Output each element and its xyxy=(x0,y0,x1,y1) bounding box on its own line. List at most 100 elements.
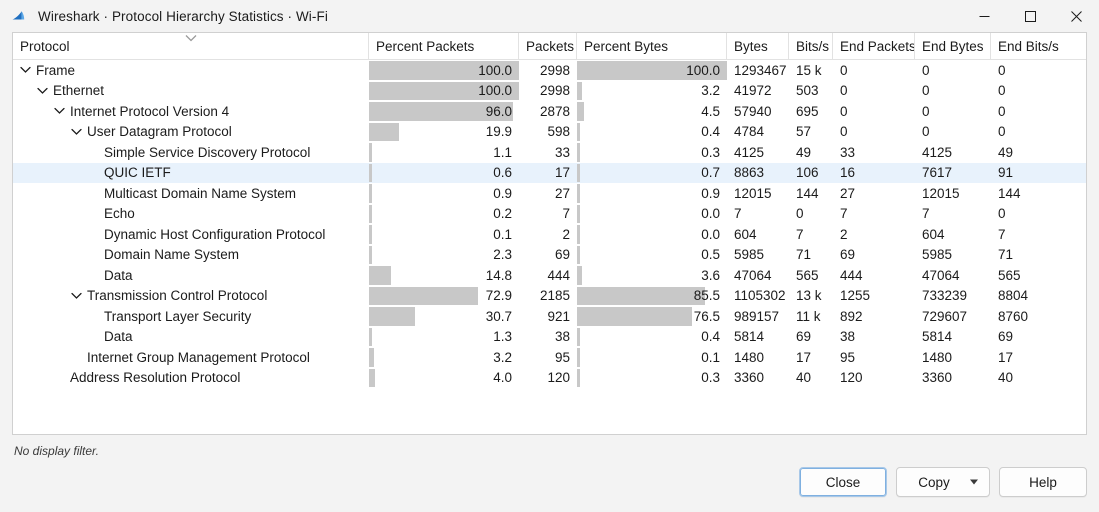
chevron-down-icon[interactable] xyxy=(970,479,978,485)
table-row[interactable]: Domain Name System 2.3 69 0.5 5985 71 69 5985 71 xyxy=(13,245,1086,266)
minimize-button[interactable] xyxy=(961,0,1007,32)
percent_packets-value: 1.1 xyxy=(493,144,512,160)
bits_s-value: 17 xyxy=(796,349,812,365)
chevron-down-icon[interactable] xyxy=(70,289,83,302)
packets-cell: 17 xyxy=(519,163,577,184)
protocol-name-cell: Data xyxy=(13,265,369,286)
bits_s-value: 71 xyxy=(796,247,812,263)
end_bits_s-value: 49 xyxy=(998,144,1014,160)
table-row[interactable]: Simple Service Discovery Protocol 1.1 33 0.… xyxy=(13,142,1086,163)
packets-cell: 2185 xyxy=(519,286,577,307)
bits_s-cell: 106 xyxy=(789,163,833,184)
packets-value: 38 xyxy=(554,329,570,345)
end_bytes-cell: 0 xyxy=(915,122,991,143)
bytes-value: 1293467 xyxy=(734,62,787,78)
bytes-cell: 5985 xyxy=(727,245,789,266)
percent_bytes-value: 0.5 xyxy=(701,247,720,263)
chevron-down-icon[interactable] xyxy=(70,125,83,138)
copy-button[interactable]: Copy xyxy=(896,467,990,497)
table-row[interactable]: Multicast Domain Name System 0.9 27 0.9 1201… xyxy=(13,183,1086,204)
close-window-button[interactable] xyxy=(1053,0,1099,32)
percent_packets-cell: 4.0 xyxy=(369,368,519,389)
column-header-end_bits_s[interactable]: End Bits/s xyxy=(991,33,1066,59)
chevron-down-icon[interactable] xyxy=(53,105,66,118)
column-header-label: Packets xyxy=(526,38,575,54)
end_bytes-value: 0 xyxy=(922,124,930,140)
protocol-name-cell: Internet Group Management Protocol xyxy=(13,347,369,368)
end_bits_s-cell: 8804 xyxy=(991,286,1066,307)
packets-value: 33 xyxy=(554,144,570,160)
bytes-value: 57940 xyxy=(734,103,772,119)
table-row[interactable]: Echo 0.2 7 0.0 7 0 7 7 0 xyxy=(13,204,1086,225)
bytes-value: 1480 xyxy=(734,349,765,365)
end_bytes-value: 0 xyxy=(922,83,930,99)
column-header-end_bytes[interactable]: End Bytes xyxy=(915,33,991,59)
bits_s-value: 695 xyxy=(796,103,819,119)
percent_packets-bar xyxy=(369,368,375,387)
table-row[interactable]: Frame 100.0 2998 100.0 1293467 15 k 0 0 0 xyxy=(13,60,1086,81)
bytes-value: 8863 xyxy=(734,165,765,181)
help-button[interactable]: Help xyxy=(999,467,1087,497)
table-row[interactable]: Ethernet 100.0 2998 3.2 41972 503 0 0 0 xyxy=(13,81,1086,102)
percent_bytes-cell: 0.3 xyxy=(577,142,727,163)
packets-value: 120 xyxy=(547,370,570,386)
percent_packets-cell: 100.0 xyxy=(369,81,519,102)
packets-cell: 33 xyxy=(519,142,577,163)
column-header-packets[interactable]: Packets xyxy=(519,33,577,59)
packets-value: 598 xyxy=(547,124,570,140)
title-bar: Wireshark · Protocol Hierarchy Statistic… xyxy=(0,0,1099,32)
percent_packets-value: 96.0 xyxy=(485,103,512,119)
close-button[interactable]: Close xyxy=(799,467,887,497)
end_packets-value: 95 xyxy=(840,349,856,365)
table-row[interactable]: Address Resolution Protocol 4.0 120 0.3 3360… xyxy=(13,368,1086,389)
end_bits_s-cell: 144 xyxy=(991,183,1066,204)
percent_packets-cell: 2.3 xyxy=(369,245,519,266)
table-row[interactable]: Internet Protocol Version 4 96.0 2878 4.5 57… xyxy=(13,101,1086,122)
chevron-down-icon[interactable] xyxy=(19,64,32,77)
end_bytes-cell: 1480 xyxy=(915,347,991,368)
percent_packets-value: 2.3 xyxy=(493,247,512,263)
percent_packets-bar xyxy=(369,143,372,162)
table-row[interactable]: Data 1.3 38 0.4 5814 69 38 5814 69 xyxy=(13,327,1086,348)
table-row[interactable]: Dynamic Host Configuration Protocol 0.1 2 0… xyxy=(13,224,1086,245)
end_bits_s-value: 8804 xyxy=(998,288,1029,304)
column-header-bits_s[interactable]: Bits/s xyxy=(789,33,833,59)
column-header-percent_bytes[interactable]: Percent Bytes xyxy=(577,33,727,59)
bits_s-cell: 565 xyxy=(789,265,833,286)
protocol-name-cell: Multicast Domain Name System xyxy=(13,183,369,204)
end_bits_s-cell: 565 xyxy=(991,265,1066,286)
column-header-protocol[interactable]: Protocol xyxy=(13,33,369,59)
bits_s-value: 13 k xyxy=(796,288,822,304)
bits_s-value: 503 xyxy=(796,83,819,99)
table-row[interactable]: QUIC IETF 0.6 17 0.7 8863 106 16 7617 91 xyxy=(13,162,1086,184)
end_packets-value: 0 xyxy=(840,124,848,140)
bytes-value: 7 xyxy=(734,206,742,222)
end_packets-cell: 0 xyxy=(833,81,915,102)
column-header-bytes[interactable]: Bytes xyxy=(727,33,789,59)
end_bytes-cell: 4125 xyxy=(915,142,991,163)
table-row[interactable]: User Datagram Protocol 19.9 598 0.4 4784 57 0 0… xyxy=(13,122,1086,143)
bytes-value: 989157 xyxy=(734,308,780,324)
bits_s-value: 40 xyxy=(796,370,812,386)
table-row[interactable]: Internet Group Management Protocol 3.2 95 0… xyxy=(13,347,1086,368)
end_packets-cell: 27 xyxy=(833,183,915,204)
packets-value: 2185 xyxy=(539,288,570,304)
end_bytes-value: 729607 xyxy=(922,308,968,324)
packets-value: 95 xyxy=(554,349,570,365)
column-header-percent_packets[interactable]: Percent Packets xyxy=(369,33,519,59)
chevron-down-icon[interactable] xyxy=(36,84,49,97)
column-header-end_packets[interactable]: End Packets xyxy=(833,33,915,59)
bytes-cell: 8863 xyxy=(727,163,789,184)
bits_s-value: 106 xyxy=(796,165,819,181)
table-row[interactable]: Transport Layer Security 30.7 921 76.5 98915… xyxy=(13,306,1086,327)
table-row[interactable]: Transmission Control Protocol 72.9 2185 85.… xyxy=(13,286,1086,307)
percent_packets-cell: 14.8 xyxy=(369,265,519,286)
end_bytes-value: 3360 xyxy=(922,370,953,386)
bytes-value: 4784 xyxy=(734,124,765,140)
end_bytes-cell: 7 xyxy=(915,204,991,225)
percent_bytes-bar xyxy=(577,286,705,305)
maximize-button[interactable] xyxy=(1007,0,1053,32)
protocol-name-cell: Address Resolution Protocol xyxy=(13,368,369,389)
table-row[interactable]: Data 14.8 444 3.6 47064 565 444 47064 565 xyxy=(13,265,1086,286)
percent_bytes-value: 100.0 xyxy=(686,62,720,78)
